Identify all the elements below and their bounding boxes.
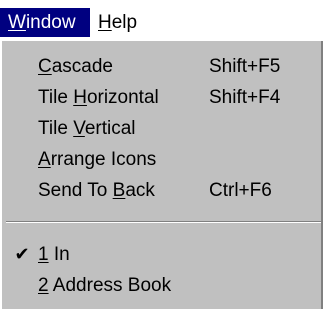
menu-help-label-post: elp (111, 12, 138, 33)
menu-item-shortcut: Ctrl+F6 (209, 180, 272, 201)
menu-item-cascade[interactable]: Cascade Shift+F5 (2, 51, 320, 82)
menu-bar: Window Help (0, 0, 323, 39)
menu-item-label: 1 In (38, 244, 70, 265)
menu-help-label-mnemonic: H (98, 12, 112, 33)
menu-help[interactable]: Help (90, 8, 164, 37)
check-icon: ✔ (14, 244, 30, 264)
menu-item-shortcut: Shift+F5 (209, 56, 281, 77)
menu-item-tile-horizontal[interactable]: Tile Horizontal Shift+F4 (2, 82, 320, 113)
menu-item-window-2[interactable]: 2 Address Book (2, 270, 320, 301)
menu-item-label: Cascade (38, 56, 114, 77)
menu-item-label: Tile Vertical (38, 118, 136, 139)
menu-window-label-mnemonic: W (8, 12, 26, 33)
menu-item-shortcut: Shift+F4 (209, 87, 281, 108)
menu-item-send-to-back[interactable]: Send To Back Ctrl+F6 (2, 175, 320, 206)
menu-window[interactable]: Window (0, 8, 90, 37)
menu-item-label: Send To Back (38, 180, 155, 201)
menu-item-tile-vertical[interactable]: Tile Vertical (2, 113, 320, 144)
menu-separator (6, 221, 322, 223)
menu-item-arrange-icons[interactable]: Arrange Icons (2, 144, 320, 175)
menu-window-label-post: indow (25, 12, 76, 33)
window-menu-dropdown: Cascade Shift+F5 Tile Horizontal Shift+F… (0, 39, 323, 309)
menu-item-window-1[interactable]: ✔ 1 In (2, 239, 320, 270)
menu-item-label: 2 Address Book (38, 275, 172, 296)
menu-item-label: Tile Horizontal (38, 87, 159, 108)
menu-item-label: Arrange Icons (38, 149, 157, 170)
